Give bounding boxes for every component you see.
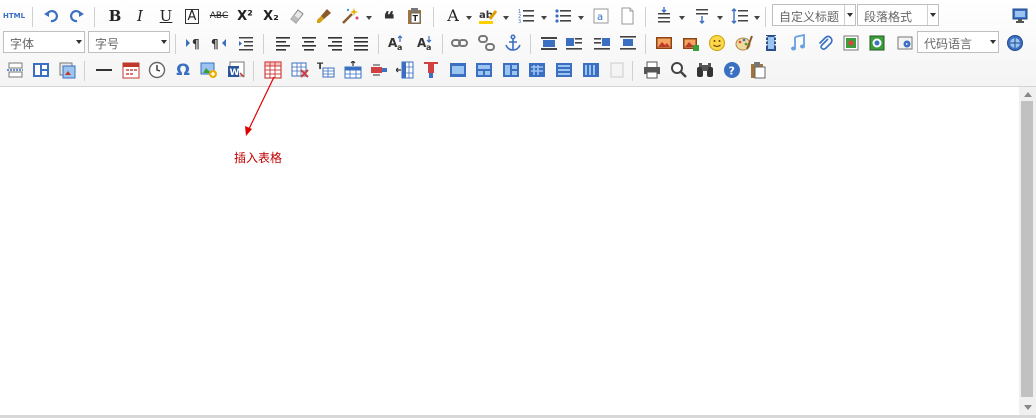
annotation-arrow-head [245,126,252,136]
annotation-label: 插入表格 [234,151,283,165]
annotation-arrow-line [247,76,275,132]
annotation-arrow [245,76,275,136]
